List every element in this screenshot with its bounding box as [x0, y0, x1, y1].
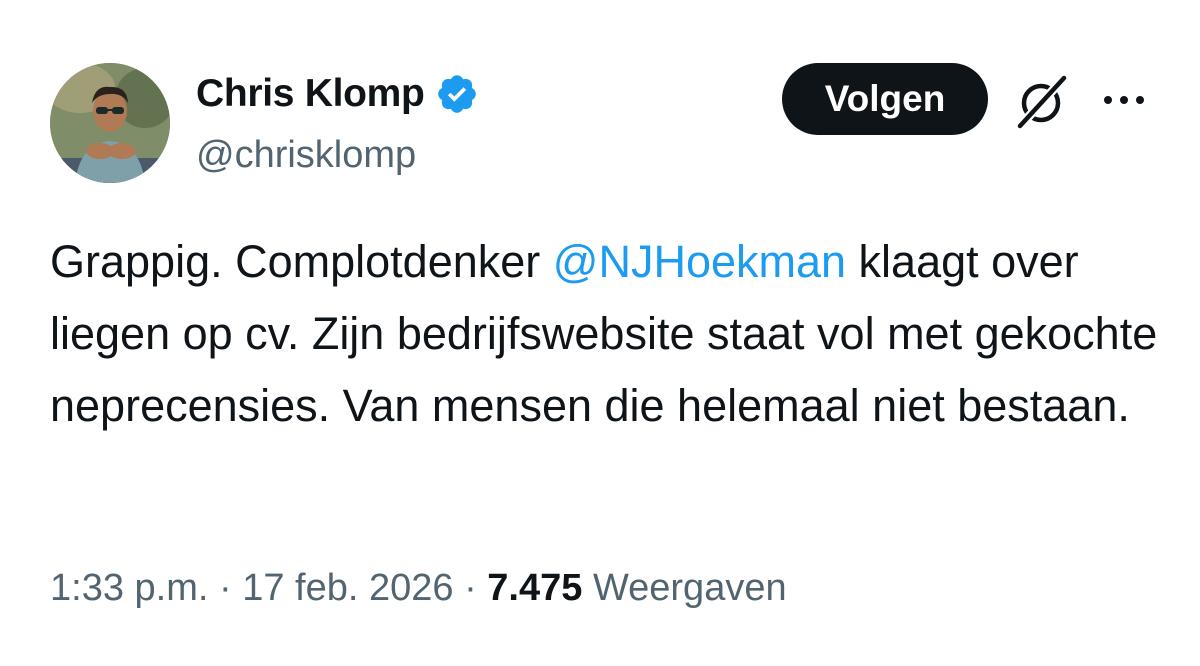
- author-handle[interactable]: @chrisklomp: [196, 132, 416, 178]
- grok-icon[interactable]: [1012, 72, 1072, 132]
- author-display-name[interactable]: Chris Klomp: [196, 70, 425, 118]
- views-count: 7.475: [487, 567, 583, 609]
- meta-separator: ·: [464, 567, 477, 609]
- tweet-date[interactable]: 17 feb. 2026: [242, 567, 453, 609]
- avatar[interactable]: [50, 63, 170, 183]
- tweet-meta: 1:33 p.m. · 17 feb. 2026 · 7.475 Weergav…: [50, 560, 787, 616]
- views-label: Weergaven: [592, 567, 787, 609]
- verified-badge-icon[interactable]: [435, 72, 479, 116]
- tweet-text-before: Grappig. Complotdenker: [50, 236, 553, 287]
- more-horizontal-icon[interactable]: [1100, 88, 1148, 112]
- mention-link[interactable]: @NJHoekman: [553, 236, 846, 287]
- tweet-time[interactable]: 1:33 p.m.: [50, 567, 208, 609]
- avatar-photo: [50, 63, 170, 183]
- meta-separator: ·: [218, 567, 232, 609]
- follow-button[interactable]: Volgen: [782, 63, 988, 135]
- tweet-text: Grappig. Complotdenker @NJHoekman klaagt…: [50, 226, 1160, 442]
- author-name-row: Chris Klomp: [196, 70, 479, 118]
